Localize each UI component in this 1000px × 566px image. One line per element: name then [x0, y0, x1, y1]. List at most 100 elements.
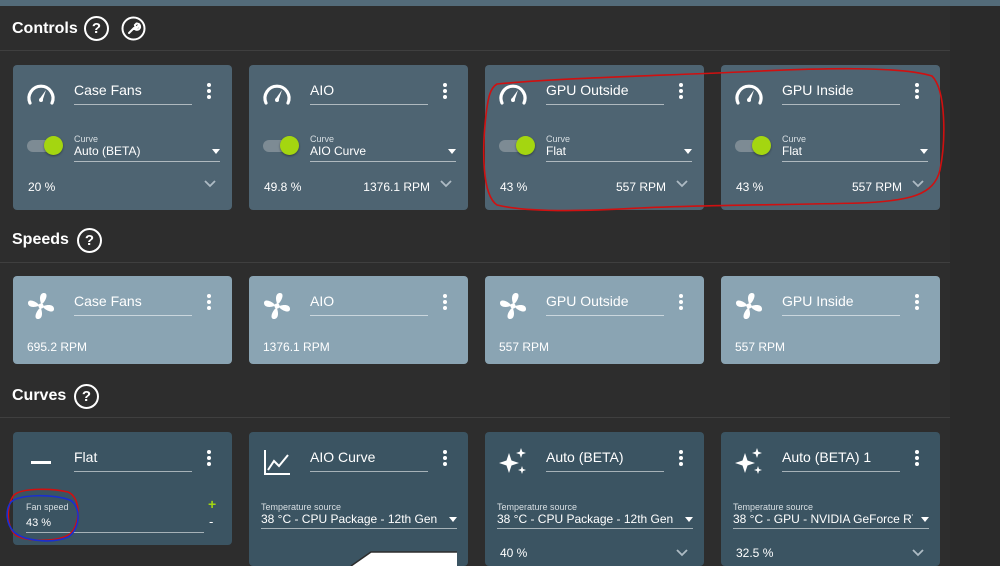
speed-rpm: 557 RPM — [499, 340, 550, 354]
curves-title: Curves — [12, 387, 67, 404]
curve-card-aio-curve[interactable]: AIO Curve Temperature source 38 °C - CPU… — [249, 432, 468, 566]
temperature-source-select[interactable]: 38 °C - CPU Package - 12th Gen Intel — [497, 512, 693, 529]
chevron-down-icon[interactable] — [439, 179, 453, 189]
more-options-icon[interactable] — [442, 83, 448, 103]
decrease-button[interactable]: - — [209, 514, 213, 529]
speed-name[interactable]: AIO — [310, 293, 428, 316]
speed-card-gpu-inside[interactable]: GPU Inside 557 RPM — [721, 276, 940, 364]
curve-select[interactable]: Flat — [546, 144, 692, 162]
curve-percent: 40 % — [500, 546, 528, 560]
fan-speed-input[interactable]: 43 % — [26, 517, 204, 533]
dropdown-caret-icon — [920, 149, 928, 154]
fan-icon — [500, 293, 526, 319]
control-percent: 43 % — [500, 180, 528, 194]
speeds-help-icon[interactable]: ? — [77, 228, 102, 253]
curve-name[interactable]: Flat — [74, 449, 192, 472]
curves-divider — [0, 417, 950, 418]
control-card-case-fans[interactable]: Case Fans Curve Auto (BETA) 20 % — [13, 65, 232, 210]
control-name[interactable]: AIO — [310, 82, 428, 105]
chevron-down-icon[interactable] — [675, 179, 689, 189]
curve-select[interactable]: AIO Curve — [310, 144, 456, 162]
dropdown-caret-icon — [684, 149, 692, 154]
control-toggle[interactable] — [735, 136, 771, 155]
fan-icon — [736, 293, 762, 319]
control-toggle[interactable] — [499, 136, 535, 155]
speed-card-gpu-outside[interactable]: GPU Outside 557 RPM — [485, 276, 704, 364]
more-options-icon[interactable] — [914, 83, 920, 103]
control-rpm: 1376.1 RPM — [363, 180, 430, 194]
fan-speed-label: Fan speed — [26, 502, 69, 512]
control-percent: 49.8 % — [264, 180, 302, 194]
more-options-icon[interactable] — [206, 294, 212, 314]
more-options-icon[interactable] — [442, 294, 448, 314]
dropdown-caret-icon — [448, 149, 456, 154]
control-toggle[interactable] — [263, 136, 299, 155]
speedometer-icon — [27, 84, 55, 105]
curve-label: Curve — [546, 134, 571, 144]
speed-rpm: 557 RPM — [735, 340, 786, 354]
curve-graph[interactable] — [261, 536, 457, 566]
more-options-icon[interactable] — [678, 450, 684, 470]
chevron-down-icon[interactable] — [911, 179, 925, 189]
fan-icon — [28, 293, 54, 319]
speedometer-icon — [735, 84, 763, 105]
control-card-gpu-inside[interactable]: GPU Inside Curve Flat 43 % 557 RPM — [721, 65, 940, 210]
curve-select[interactable]: Auto (BETA) — [74, 144, 220, 162]
curve-name[interactable]: Auto (BETA) 1 — [782, 449, 900, 472]
curve-percent: 32.5 % — [736, 546, 774, 560]
curve-label: Curve — [782, 134, 807, 144]
speedometer-icon — [499, 84, 527, 105]
curve-card-flat[interactable]: Flat Fan speed 43 % + - — [13, 432, 232, 545]
control-name[interactable]: GPU Outside — [546, 82, 664, 105]
controls-divider — [0, 50, 950, 51]
temperature-source-select[interactable]: 38 °C - GPU - NVIDIA GeForce RTX — [733, 512, 929, 529]
fan-icon — [264, 293, 290, 319]
speed-name[interactable]: Case Fans — [74, 293, 192, 316]
curve-name[interactable]: Auto (BETA) — [546, 449, 664, 472]
control-name[interactable]: Case Fans — [74, 82, 192, 105]
chevron-down-icon[interactable] — [203, 179, 217, 189]
control-card-gpu-outside[interactable]: GPU Outside Curve Flat 43 % 557 RPM — [485, 65, 704, 210]
speedometer-icon — [263, 84, 291, 105]
more-options-icon[interactable] — [206, 83, 212, 103]
control-name[interactable]: GPU Inside — [782, 82, 900, 105]
control-toggle[interactable] — [27, 136, 63, 155]
curve-select[interactable]: Flat — [782, 144, 928, 162]
increase-button[interactable]: + — [208, 496, 216, 512]
dropdown-caret-icon — [449, 517, 457, 522]
speed-rpm: 1376.1 RPM — [263, 340, 330, 354]
curve-label: Curve — [74, 134, 99, 144]
speed-name[interactable]: GPU Outside — [546, 293, 664, 316]
speed-rpm: 695.2 RPM — [27, 340, 88, 354]
control-card-aio[interactable]: AIO Curve AIO Curve 49.8 % 1376.1 RPM — [249, 65, 468, 210]
wrench-icon[interactable] — [121, 16, 146, 41]
temperature-source-label: Temperature source — [497, 502, 578, 512]
controls-help-icon[interactable]: ? — [84, 16, 109, 41]
more-options-icon[interactable] — [206, 450, 212, 470]
speed-card-aio[interactable]: AIO 1376.1 RPM — [249, 276, 468, 364]
right-gutter — [950, 6, 1000, 566]
curve-card-auto-beta[interactable]: Auto (BETA) Temperature source 38 °C - C… — [485, 432, 704, 566]
curves-help-icon[interactable]: ? — [74, 384, 99, 409]
more-options-icon[interactable] — [442, 450, 448, 470]
chevron-down-icon[interactable] — [675, 548, 689, 558]
minus-icon — [31, 461, 51, 464]
control-percent: 43 % — [736, 180, 764, 194]
curve-card-auto-beta-1[interactable]: Auto (BETA) 1 Temperature source 38 °C -… — [721, 432, 940, 566]
curve-name[interactable]: AIO Curve — [310, 449, 428, 472]
curve-label: Curve — [310, 134, 335, 144]
controls-title: Controls — [12, 20, 78, 37]
speed-name[interactable]: GPU Inside — [782, 293, 900, 316]
window-top-bar — [0, 0, 1000, 6]
sparkles-icon — [499, 448, 526, 474]
dropdown-caret-icon — [212, 149, 220, 154]
more-options-icon[interactable] — [914, 294, 920, 314]
speed-card-case-fans[interactable]: Case Fans 695.2 RPM — [13, 276, 232, 364]
chevron-down-icon[interactable] — [911, 548, 925, 558]
more-options-icon[interactable] — [678, 294, 684, 314]
more-options-icon[interactable] — [678, 83, 684, 103]
temperature-source-label: Temperature source — [261, 502, 342, 512]
more-options-icon[interactable] — [914, 450, 920, 470]
temperature-source-select[interactable]: 38 °C - CPU Package - 12th Gen Intel — [261, 512, 457, 529]
sparkles-icon — [735, 448, 762, 474]
